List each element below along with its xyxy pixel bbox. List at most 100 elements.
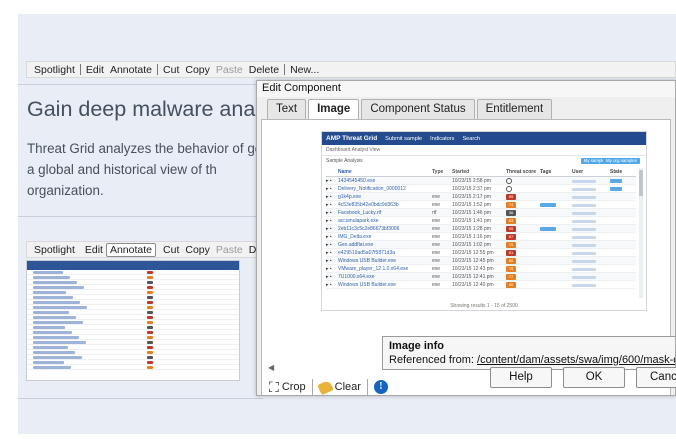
row-type: rtf <box>432 210 437 216</box>
app-brand: AMP Threat Grid <box>326 135 378 142</box>
image-info-title: Image info <box>389 340 445 352</box>
row-threat-score-cell: 63 <box>506 217 540 224</box>
user-placeholder <box>572 196 596 199</box>
threat-score-badge: 74 <box>506 202 516 208</box>
copy-button[interactable]: Copy <box>182 244 213 256</box>
thumbnail-score <box>147 276 153 279</box>
row-tags <box>540 273 572 280</box>
spotlight-button[interactable]: Spotlight <box>31 64 78 76</box>
row-state <box>610 193 630 200</box>
row-started: 10/23/15 12:40 pm <box>452 282 494 288</box>
delete-button[interactable]: Delete <box>246 64 282 76</box>
user-placeholder <box>572 236 596 239</box>
pending-icon <box>506 178 512 184</box>
copy-button[interactable]: Copy <box>182 64 213 76</box>
row-type: exe <box>432 282 441 288</box>
user-placeholder <box>572 220 596 223</box>
clear-label: Clear <box>334 381 361 393</box>
table-row: ▸ ▪ Windows USB Builder.exe exe 10/23/15 12… <box>326 281 636 289</box>
edit-button[interactable]: Edit <box>82 244 106 256</box>
annotate-button[interactable]: Annotate <box>105 242 157 257</box>
row-tags <box>540 265 572 272</box>
table-row: ▸ ▪ Delivery_Notification_0000012 10/23/15… <box>326 185 636 193</box>
row-user <box>572 193 610 200</box>
header-icon-col <box>326 168 338 176</box>
help-button[interactable]: Help <box>490 367 552 388</box>
thumbnail-cell <box>33 346 68 349</box>
row-name: Geo.addflat.exe <box>338 242 374 248</box>
tab-component-status[interactable]: Component Status <box>361 99 475 119</box>
row-name: 1434545450.exe <box>338 178 376 184</box>
row-user <box>572 241 610 248</box>
row-started: 10/23/15 1:46 pm <box>452 210 491 216</box>
header-threat-score: Threat score <box>506 169 537 175</box>
row-type: exe <box>432 274 441 280</box>
row-expand-icon: ▸ ▪ <box>326 258 332 264</box>
row-started: 10/23/15 1:28 pm <box>452 226 491 232</box>
cancel-button[interactable]: Canc <box>636 367 676 388</box>
row-expand-icon: ▸ ▪ <box>326 274 332 280</box>
row-type: exe <box>432 258 441 264</box>
nav-indicators: Indicators <box>430 135 455 142</box>
cut-button[interactable]: Cut <box>160 64 182 76</box>
header-tags: Tags <box>540 169 552 175</box>
cut-button[interactable]: Cut <box>160 244 182 256</box>
header-user: User <box>572 169 584 175</box>
row-expand-icon: ▸ ▪ <box>326 234 332 240</box>
row-user <box>572 265 610 272</box>
row-tags <box>540 201 572 208</box>
tab-image[interactable]: Image <box>308 99 360 120</box>
row-expand-icon: ▸ ▪ <box>326 250 332 256</box>
row-started: 10/23/15 2:17 pm <box>452 194 491 200</box>
threat-score-badge: 60 <box>506 282 516 288</box>
edit-button[interactable]: Edit <box>83 64 107 76</box>
edit-component-dialog: Edit Component Text Image Component Stat… <box>256 80 676 396</box>
tag-chip <box>540 203 556 207</box>
thumbnail-cell <box>33 286 84 289</box>
scroll-left-arrow-icon[interactable]: ◀ <box>268 363 274 372</box>
user-placeholder <box>572 284 596 287</box>
threat-score-badge: 60 <box>506 258 516 264</box>
ok-button[interactable]: OK <box>563 367 625 388</box>
thumbnail-cell <box>33 356 82 359</box>
threat-score-badge: 36 <box>506 210 516 216</box>
tab-text[interactable]: Text <box>267 99 307 119</box>
new-button[interactable]: New... <box>287 64 322 76</box>
row-name: IMG_Delta.exe <box>338 234 372 240</box>
clear-button[interactable]: Clear <box>316 377 364 395</box>
row-tags <box>540 185 572 192</box>
paste-button[interactable]: Paste <box>213 244 246 256</box>
dashboard-thumbnail-image[interactable] <box>26 260 240 381</box>
row-threat-score-cell: 36 <box>506 209 540 216</box>
app-header: AMP Threat Grid Submit sample Indicators… <box>322 132 646 145</box>
row-tags <box>540 209 572 216</box>
row-state <box>610 241 630 248</box>
table-row: ▸ ▪ 1434545450.exe 10/23/15 2:58 pm <box>326 177 636 185</box>
image-info-button[interactable]: ! <box>371 377 391 395</box>
row-state <box>610 257 630 264</box>
paste-button[interactable]: Paste <box>213 64 246 76</box>
crop-button[interactable]: ⛶ Crop <box>266 377 309 395</box>
hero-body: Threat Grid analyzes the behavior of get… <box>27 141 266 198</box>
annotate-button[interactable]: Annotate <box>107 64 155 76</box>
image-path-link[interactable]: /content/dam/assets/swa/img/600/mask-das… <box>477 354 675 366</box>
row-state <box>610 185 630 192</box>
row-user <box>572 281 610 288</box>
thumbnail-cell <box>33 366 71 369</box>
image-toolbar: ⛶ Crop Clear ! <box>266 377 391 395</box>
tab-entitlement[interactable]: Entitlement <box>476 99 553 119</box>
spotlight-button[interactable]: Spotlight <box>31 244 78 256</box>
row-name: Delivery_Notification_0000012 <box>338 186 406 192</box>
row-state <box>610 217 630 224</box>
threat-score-badge: 75 <box>506 266 516 272</box>
image-info-panel: Image info Referenced from: /content/dam… <box>382 336 675 370</box>
row-type: exe <box>432 218 441 224</box>
info-icon: ! <box>373 380 388 394</box>
row-tags <box>540 193 572 200</box>
thumbnail-cell <box>33 311 69 314</box>
user-placeholder <box>572 260 596 263</box>
user-placeholder <box>572 188 596 191</box>
row-name: Windows USB Builder.exe <box>338 258 397 264</box>
row-started: 10/23/15 12:43 pm <box>452 266 494 272</box>
row-tags <box>540 177 572 184</box>
